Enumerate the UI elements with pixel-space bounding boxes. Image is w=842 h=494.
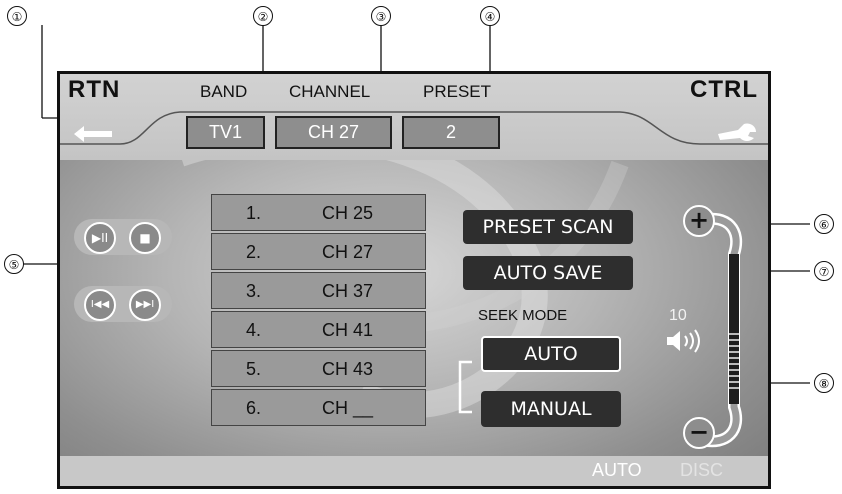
preset-channel: CH 27 [322,242,374,262]
callout-1: ① [7,6,27,26]
preset-number: 5. [246,359,262,379]
callout-7: ⑦ [814,261,834,281]
preset-list: 1. CH 25 2. CH 27 3. CH 37 4. CH 41 5. CH 43 … [211,194,426,428]
play-stop-pill: ▶II ■ [74,219,172,255]
preset-label: PRESET [423,82,492,101]
source-disc-tab[interactable]: DISC [680,460,723,481]
seek-bracket [458,360,472,414]
preset-row-3[interactable]: 3. CH 37 [211,272,426,309]
callout-4: ④ [480,6,500,26]
callout-3: ③ [371,6,391,26]
auto-save-button[interactable]: AUTO SAVE [463,256,633,290]
seek-manual-button[interactable]: MANUAL [481,391,621,427]
tv-tuner-screen: RTN CTRL BAND CHANNEL PRESET TV1 CH 27 2… [57,71,771,489]
skip-pill: I◀◀ ▶▶I [74,286,172,322]
preset-channel: CH 25 [322,203,374,223]
callout-5: ⑤ [4,254,24,274]
volume-slider-track[interactable] [672,202,752,460]
preset-scan-button[interactable]: PRESET SCAN [463,210,633,244]
volume-down-button[interactable]: − [683,417,715,449]
preset-channel: CH __ [322,398,374,418]
source-auto-tab[interactable]: AUTO [592,460,642,481]
preset-row-5[interactable]: 5. CH 43 [211,350,426,387]
volume-up-button[interactable]: + [683,205,715,237]
callout-8: ⑧ [814,373,834,393]
preset-row-6[interactable]: 6. CH __ [211,389,426,426]
preset-row-1[interactable]: 1. CH 25 [211,194,426,231]
previous-button[interactable]: I◀◀ [84,289,116,321]
preset-channel: CH 43 [322,359,374,379]
preset-channel: CH 37 [322,281,374,301]
channel-label: CHANNEL [289,82,371,101]
preset-number: 6. [246,398,262,418]
next-button[interactable]: ▶▶I [129,289,161,321]
back-arrow-icon[interactable] [70,122,116,146]
seek-auto-button[interactable]: AUTO [481,336,621,372]
callout-2: ② [253,6,273,26]
seek-mode-label: SEEK MODE [478,307,568,324]
ctrl-label: CTRL [690,76,758,103]
channel-field[interactable]: CH 27 [275,116,392,149]
preset-channel: CH 41 [322,320,374,340]
preset-row-2[interactable]: 2. CH 27 [211,233,426,270]
bottom-bar: AUTO DISC [60,456,768,486]
preset-field[interactable]: 2 [402,116,500,149]
preset-number: 3. [246,281,262,301]
stop-button[interactable]: ■ [129,222,161,254]
rtn-label: RTN [68,76,121,103]
preset-number: 4. [246,320,262,340]
preset-number: 2. [246,242,262,262]
callout-6: ⑥ [814,214,834,234]
band-field[interactable]: TV1 [186,116,265,149]
preset-number: 1. [246,203,262,223]
preset-row-4[interactable]: 4. CH 41 [211,311,426,348]
play-pause-button[interactable]: ▶II [84,222,116,254]
band-label: BAND [200,82,248,101]
wrench-icon[interactable] [714,118,760,146]
